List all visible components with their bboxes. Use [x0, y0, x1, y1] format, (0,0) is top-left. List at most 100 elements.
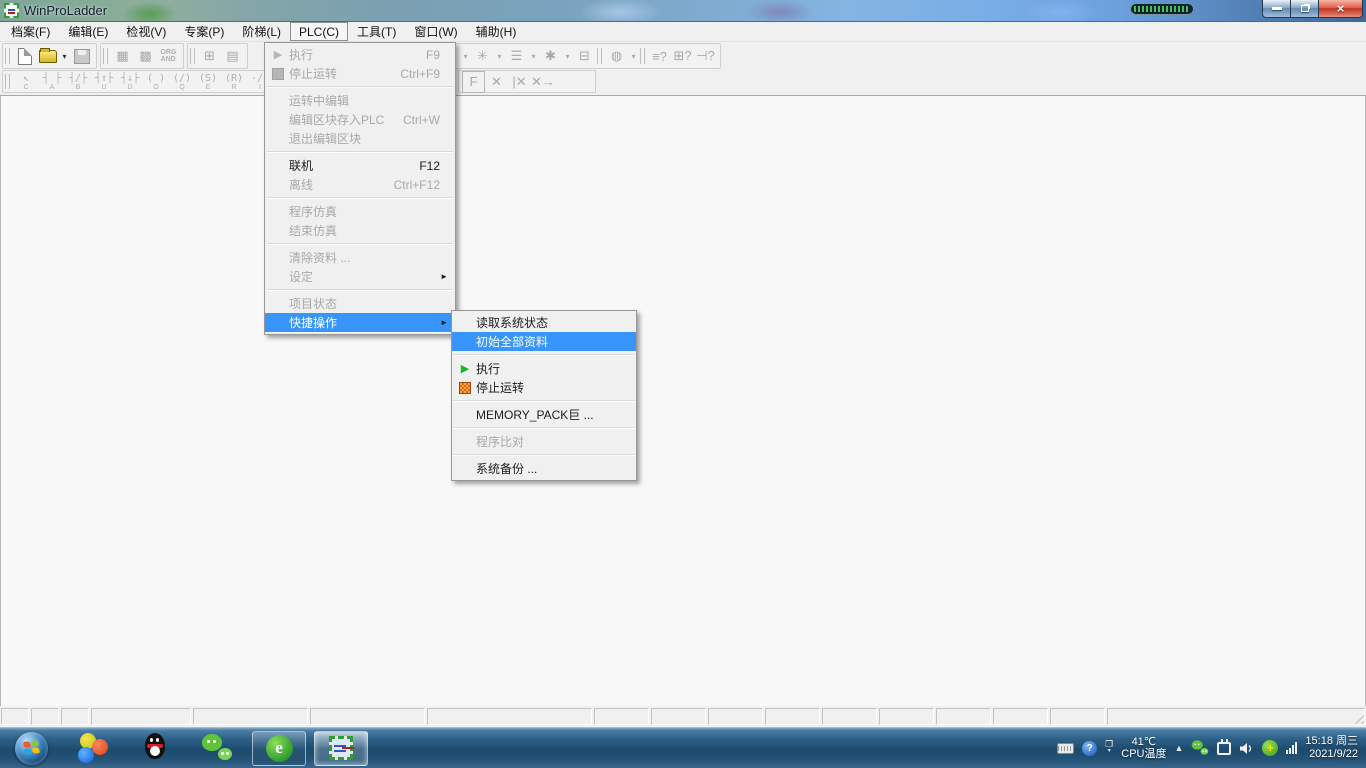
menu-help[interactable]: 辅助(H)	[467, 22, 526, 41]
function-block-icon[interactable]: F	[462, 71, 485, 93]
volume-icon[interactable]	[1239, 742, 1254, 755]
360-safety-tray-icon[interactable]	[1262, 740, 1278, 756]
keyboard-layout-icon[interactable]	[1057, 743, 1074, 754]
wechat-tray-icon[interactable]	[1192, 740, 1209, 755]
network-signal-icon[interactable]	[1286, 742, 1297, 754]
calendar-icon[interactable]: ⊟	[573, 45, 596, 67]
taskbar-item-360-browser[interactable]: e	[252, 731, 306, 766]
menu-item-offline[interactable]: 离线Ctrl+F12	[265, 175, 455, 194]
taskbar-item-wechat[interactable]	[186, 728, 248, 768]
language-bar-restore-icon[interactable]: ❐▾	[1105, 741, 1113, 755]
coil-not-icon[interactable]: (/)Q	[169, 71, 195, 93]
plc-menu: ▶ 执行 F9 停止运转 Ctrl+F9 运转中编辑 编辑区块存入PLCCtrl…	[264, 42, 456, 335]
submenu-item-run[interactable]: ▶ 执行	[452, 359, 636, 378]
delete-row-icon[interactable]: |✕	[508, 71, 531, 93]
maximize-button[interactable]	[1291, 0, 1318, 18]
wiring-grid-icon[interactable]: ▩	[134, 45, 157, 67]
minimize-button[interactable]	[1262, 0, 1291, 18]
menu-edit[interactable]: 编辑(E)	[59, 22, 117, 41]
open-file-icon[interactable]	[36, 45, 59, 67]
taskbar-item-qq[interactable]	[124, 728, 186, 768]
select-cursor-icon[interactable]: ↖C	[13, 71, 39, 93]
menu-item-save-block-to-plc[interactable]: 编辑区块存入PLCCtrl+W	[265, 110, 455, 129]
new-file-icon[interactable]	[13, 45, 36, 67]
statusbar-segment	[879, 708, 934, 725]
submenu-item-program-compare[interactable]: 程序比对	[452, 432, 636, 451]
menu-item-runtime-edit[interactable]: 运转中编辑	[265, 91, 455, 110]
submenu-item-stop[interactable]: 停止运转	[452, 378, 636, 397]
statusbar-segment	[427, 708, 592, 725]
power-plug-icon[interactable]	[1217, 742, 1231, 755]
ladder-toolbar: ↖C ┤ ├A ┤/├B ┤↑├U ┤↓├D ( )O (/)Q (S)E (R…	[0, 70, 1366, 96]
help-tray-icon[interactable]: ?	[1082, 741, 1097, 756]
menu-plc[interactable]: PLC(C)	[290, 22, 348, 41]
taskbar-clock[interactable]: 15:18 周三 2021/9/22	[1305, 735, 1358, 761]
data-table-dropdown-icon[interactable]: ▾	[528, 52, 539, 61]
force-register-icon[interactable]: ✱	[539, 45, 562, 67]
coil-out-icon[interactable]: ( )O	[143, 71, 169, 93]
delete-icon[interactable]: ✕	[485, 71, 508, 93]
data-table-icon[interactable]: ☰	[505, 45, 528, 67]
close-button[interactable]: ×	[1318, 0, 1363, 18]
menu-item-online[interactable]: 联机F12	[265, 156, 455, 175]
force-register-dropdown-icon[interactable]: ▾	[562, 52, 573, 61]
query-network-icon[interactable]: ⊞?	[671, 45, 694, 67]
menu-tool[interactable]: 工具(T)	[348, 22, 405, 41]
menu-file[interactable]: 档案(F)	[2, 22, 59, 41]
toolbar-grip[interactable]	[190, 48, 195, 65]
contact-a-icon[interactable]: ┤ ├A	[39, 71, 65, 93]
submenu-item-init-all-data[interactable]: 初始全部资料	[452, 332, 636, 351]
ladder-work-area	[0, 96, 1366, 706]
start-button[interactable]	[0, 728, 62, 768]
query-contact-icon[interactable]: ⊣?	[694, 45, 717, 67]
minimize-icon	[1272, 7, 1282, 10]
menu-view[interactable]: 检视(V)	[117, 22, 175, 41]
menu-ladder[interactable]: 阶梯(L)	[233, 22, 290, 41]
resize-grip[interactable]	[1351, 711, 1364, 724]
menu-item-exit-edit-block[interactable]: 退出编辑区块	[265, 129, 455, 148]
query-status-icon[interactable]: ≡?	[648, 45, 671, 67]
menu-window[interactable]: 窗口(W)	[405, 22, 466, 41]
contact-down-icon[interactable]: ┤↓├D	[117, 71, 143, 93]
submenu-item-memory-pack[interactable]: MEMORY_PACK巨 ...	[452, 405, 636, 424]
save-icon[interactable]	[70, 45, 93, 67]
open-dropdown-icon[interactable]: ▾	[59, 52, 70, 61]
statusbar-segment	[310, 708, 425, 725]
contact-b-icon[interactable]: ┤/├B	[65, 71, 91, 93]
zoom-dropdown-icon[interactable]: ▾	[628, 52, 639, 61]
submenu-item-system-backup[interactable]: 系统备份 ...	[452, 459, 636, 478]
submenu-item-read-system-status[interactable]: 读取系统状态	[452, 313, 636, 332]
memory-chip-icon[interactable]: ▤	[221, 45, 244, 67]
toolbar-grip[interactable]	[5, 48, 10, 65]
zoom-icon[interactable]: ◍	[605, 45, 628, 67]
menu-item-simulation-start[interactable]: 程序仿真	[265, 202, 455, 221]
taskbar-item-winproladder[interactable]	[314, 731, 368, 766]
contact-up-icon[interactable]: ┤↑├U	[91, 71, 117, 93]
toolbar-grip[interactable]	[103, 48, 108, 65]
org-and-icon[interactable]: ORG AND	[157, 45, 180, 67]
coil-set-icon[interactable]: (S)E	[195, 71, 221, 93]
menu-item-stop[interactable]: 停止运转 Ctrl+F9	[265, 64, 455, 83]
force-coil-dropdown-icon[interactable]: ▾	[494, 52, 505, 61]
taskbar-item-sogou[interactable]	[62, 728, 124, 768]
ladder-view-icon[interactable]: ▦	[111, 45, 134, 67]
coil-reset-icon[interactable]: (R)R	[221, 71, 247, 93]
stop-icon	[267, 68, 289, 80]
menu-item-simulation-end[interactable]: 结束仿真	[265, 221, 455, 240]
menu-item-clear-data[interactable]: 清除资料 ...	[265, 248, 455, 267]
toolbar-divider	[640, 48, 645, 65]
menu-project[interactable]: 专案(P)	[175, 22, 233, 41]
device-monitor-dropdown-icon[interactable]: ▾	[460, 52, 471, 61]
cpu-temperature[interactable]: 41℃ CPU温度	[1121, 736, 1166, 760]
menu-item-project-status[interactable]: 项目状态	[265, 294, 455, 313]
delete-jump-icon[interactable]: ✕→	[531, 71, 555, 93]
show-hidden-icons-arrow[interactable]: ▲	[1174, 743, 1183, 753]
menu-item-run[interactable]: ▶ 执行 F9	[265, 45, 455, 64]
toolbar-grip[interactable]	[5, 74, 10, 89]
io-status-icon[interactable]: ⊞	[198, 45, 221, 67]
view-toolbar-group: ▦ ▩ ORG AND	[100, 43, 184, 69]
menu-item-setting[interactable]: 设定 ►	[265, 267, 455, 286]
menu-item-quick-operation[interactable]: 快捷操作 ►	[265, 313, 455, 332]
taskbar: e ? ❐▾ 41℃ CPU温度 ▲ 15:18 周三 2021/9/22	[0, 727, 1366, 768]
force-coil-icon[interactable]: ✳	[471, 45, 494, 67]
